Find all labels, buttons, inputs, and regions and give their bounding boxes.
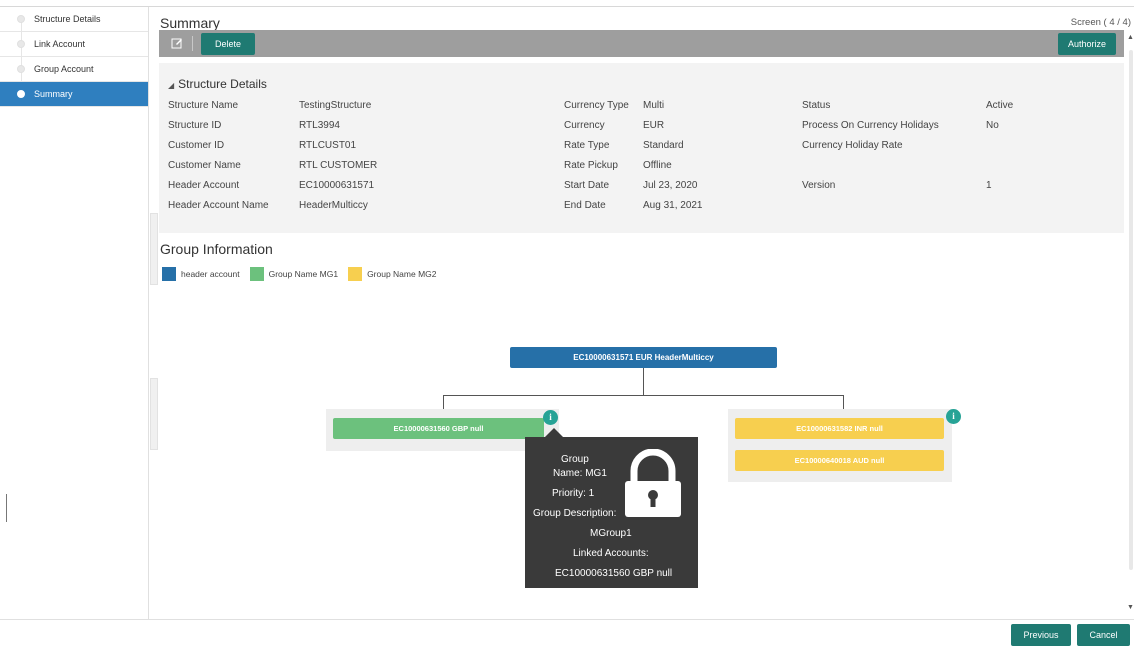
panel-resize-handle[interactable] <box>150 378 158 450</box>
legend-item-mg2: Group Name MG2 <box>348 267 437 281</box>
field-value: EUR <box>643 120 665 131</box>
legend: header account Group Name MG1 Group Name… <box>162 266 447 282</box>
field-label: Header Account Name <box>168 200 269 211</box>
field-label: End Date <box>564 200 606 211</box>
scroll-up-icon[interactable]: ▲ <box>1127 34 1134 41</box>
info-icon[interactable]: i <box>543 410 558 425</box>
delete-button[interactable]: Delete <box>201 33 255 55</box>
legend-item-mg1: Group Name MG1 <box>249 267 338 281</box>
footer-divider <box>0 619 1134 620</box>
field-label: Header Account <box>168 180 240 191</box>
field-value: Multi <box>643 100 665 111</box>
step-dot-icon <box>17 40 25 48</box>
field-label: Rate Pickup <box>564 160 618 171</box>
field-label: Structure ID <box>168 120 222 131</box>
tooltip-line: Group Description: <box>533 508 617 519</box>
divider <box>6 494 7 522</box>
tree-connector <box>643 368 644 395</box>
field-value: EC10000631571 <box>299 180 375 191</box>
sidebar-step-summary[interactable]: Summary <box>0 82 148 107</box>
field-value: Active <box>986 100 1014 111</box>
tooltip-line: Group <box>561 454 589 465</box>
field-value: Standard <box>643 140 684 151</box>
step-label: Structure Details <box>34 14 101 24</box>
field-value: Jul 23, 2020 <box>643 180 698 191</box>
panel-resize-handle[interactable] <box>150 213 158 285</box>
legend-swatch <box>348 267 363 281</box>
previous-button[interactable]: Previous <box>1011 624 1071 646</box>
field-value: No <box>986 120 999 131</box>
field-value: TestingStructure <box>299 100 372 111</box>
field-label: Process On Currency Holidays <box>802 120 939 131</box>
sidebar-step-link-account[interactable]: Link Account <box>0 32 148 57</box>
tooltip-line: EC10000631560 GBP null <box>555 568 673 579</box>
field-label: Currency Type <box>564 100 629 111</box>
collapse-triangle-icon[interactable]: ◢ <box>168 81 174 90</box>
toolbar: Delete Authorize <box>159 30 1124 57</box>
scrollbar-thumb[interactable] <box>1129 50 1133 570</box>
top-border <box>0 6 1134 7</box>
group-tooltip: Group Name: MG1 Priority: 1 Group Descri… <box>525 437 698 588</box>
edit-icon[interactable] <box>168 35 186 51</box>
step-label: Group Account <box>34 64 94 74</box>
tooltip-line: Name: MG1 <box>553 468 607 479</box>
account-node[interactable]: EC10000631560 GBP null <box>333 418 544 439</box>
field-label: Customer ID <box>168 140 225 151</box>
legend-swatch <box>249 267 264 281</box>
tree-connector <box>843 395 844 409</box>
toolbar-separator <box>192 36 193 51</box>
page-title: Summary <box>160 15 220 31</box>
sidebar-step-group-account[interactable]: Group Account <box>0 57 148 82</box>
cancel-button[interactable]: Cancel <box>1077 624 1130 646</box>
tooltip-arrow <box>545 428 563 437</box>
tree-connector <box>443 395 444 409</box>
field-label: Version <box>802 180 836 191</box>
field-label: Rate Type <box>564 140 610 151</box>
field-value: 1 <box>986 180 992 191</box>
field-value: RTL CUSTOMER <box>299 160 378 171</box>
step-label: Link Account <box>34 39 86 49</box>
authorize-button[interactable]: Authorize <box>1058 33 1116 55</box>
root-account-node[interactable]: EC10000631571 EUR HeaderMulticcy <box>510 347 777 368</box>
field-label: Structure Name <box>168 100 239 111</box>
structure-details-panel: ◢ Structure Details Structure Name Testin… <box>159 63 1124 233</box>
account-node[interactable]: EC10000631582 INR null <box>735 418 944 439</box>
field-label: Currency <box>564 120 605 131</box>
field-label: Status <box>802 100 831 111</box>
tooltip-line: Priority: 1 <box>552 488 595 499</box>
scroll-down-icon[interactable]: ▼ <box>1127 604 1134 611</box>
field-label: Start Date <box>564 180 610 191</box>
field-value: Offline <box>643 160 672 171</box>
info-icon[interactable]: i <box>946 409 961 424</box>
sidebar-step-structure-details[interactable]: Structure Details <box>0 7 148 32</box>
legend-swatch <box>162 267 176 281</box>
screen-indicator: Screen ( 4 / 4) <box>1070 17 1131 28</box>
tree-connector <box>443 395 844 396</box>
field-value: RTL3994 <box>299 120 340 131</box>
tooltip-line: MGroup1 <box>590 528 632 539</box>
field-value: RTLCUST01 <box>299 140 357 151</box>
structure-details-header[interactable]: ◢ Structure Details <box>168 77 267 91</box>
field-value: Aug 31, 2021 <box>643 200 703 211</box>
lock-icon <box>625 449 681 517</box>
sidebar: Structure Details Link Account Group Acc… <box>0 7 149 619</box>
account-node[interactable]: EC10000640018 AUD null <box>735 450 944 471</box>
step-dot-icon <box>17 65 25 73</box>
step-dot-icon <box>17 15 25 23</box>
field-label: Customer Name <box>168 160 241 171</box>
group-information-title: Group Information <box>160 241 273 257</box>
step-label: Summary <box>34 89 73 99</box>
field-label: Currency Holiday Rate <box>802 140 903 151</box>
field-value: HeaderMulticcy <box>299 200 368 211</box>
tooltip-line: Linked Accounts: <box>573 548 649 559</box>
legend-item-header-account: header account <box>162 267 240 281</box>
step-dot-icon <box>17 90 25 98</box>
